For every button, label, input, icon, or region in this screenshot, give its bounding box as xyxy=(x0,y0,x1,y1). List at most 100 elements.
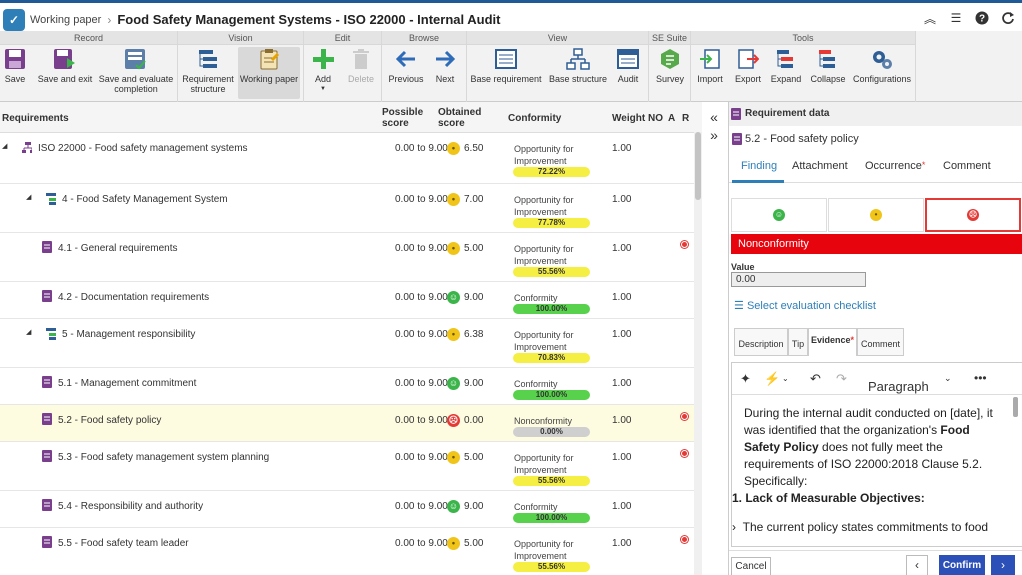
table-row[interactable]: 4.2 - Documentation requirements 0.00 to … xyxy=(0,282,694,319)
expand-toggle-icon[interactable]: ◢ xyxy=(26,193,31,201)
value-field[interactable]: 0.00 xyxy=(731,272,866,287)
magic-wand-icon[interactable]: ⚡ xyxy=(764,371,780,387)
table-row[interactable]: 5.5 - Food safety team leader 0.00 to 9.0… xyxy=(0,528,694,575)
sparkle-icon[interactable]: ✦ xyxy=(740,371,751,387)
table-row[interactable]: ◢ 4 - Food Safety Management System 0.00 t… xyxy=(0,184,694,233)
export-button[interactable]: Export xyxy=(733,47,763,84)
plus-icon xyxy=(310,47,336,71)
requirement-name: 5 - Management responsibility xyxy=(62,329,196,340)
base-structure-button[interactable]: Base structure xyxy=(547,47,609,84)
obtained-score: 9.00 xyxy=(464,501,484,512)
opportunity-face-button[interactable]: • xyxy=(828,198,924,232)
survey-icon xyxy=(657,47,683,71)
obtained-score: 5.00 xyxy=(464,538,484,549)
grid-scrollbar[interactable] xyxy=(694,132,702,575)
redo-icon[interactable]: ↷ xyxy=(836,371,847,387)
expand-button[interactable]: Expand xyxy=(769,47,803,84)
more-options-icon[interactable]: ••• xyxy=(974,371,987,385)
clipboard-icon xyxy=(256,47,282,71)
table-row[interactable]: 4.1 - General requirements 0.00 to 9.00 • 5… xyxy=(0,233,694,282)
next-button[interactable]: Next xyxy=(430,47,460,84)
obtained-score: 9.00 xyxy=(464,378,484,389)
column-obtained-score[interactable]: Obtained score xyxy=(438,107,488,129)
conformity-label: Nonconformity xyxy=(514,416,573,426)
column-possible-score[interactable]: Possible score xyxy=(382,107,432,129)
requirements-grid: Requirements Possible score Obtained sco… xyxy=(0,102,702,575)
refresh-icon[interactable] xyxy=(1000,10,1016,26)
tab-occurrence[interactable]: Occurrence* xyxy=(865,160,925,172)
subtab-evidence[interactable]: Evidence* xyxy=(808,328,857,356)
subtab-description[interactable]: Description xyxy=(734,328,788,356)
save-button[interactable]: Save xyxy=(2,47,28,84)
base-requirement-button[interactable]: Base requirement xyxy=(470,47,542,84)
collapse-up-icon[interactable]: ︽ xyxy=(922,10,938,26)
tab-finding[interactable]: Finding xyxy=(741,160,777,172)
paragraph-style-select[interactable]: Paragraph ⌄ xyxy=(860,368,960,394)
tab-attachment[interactable]: Attachment xyxy=(792,160,848,172)
next-requirement-button[interactable]: › xyxy=(991,555,1015,575)
save-and-evaluate-button[interactable]: Save and evaluate completion xyxy=(97,47,175,94)
chevron-down-icon: ▼ xyxy=(320,86,326,92)
tab-comment[interactable]: Comment xyxy=(943,160,991,172)
editor-scrollbar[interactable] xyxy=(1013,397,1018,417)
table-row[interactable]: 5.1 - Management commitment 0.00 to 9.00 ☺… xyxy=(0,368,694,405)
conformity-face-button[interactable]: ☺ xyxy=(731,198,827,232)
ribbon-group-edit: Edit Add ▼ Delete xyxy=(304,31,382,102)
table-row[interactable]: 5.3 - Food safety management system plan… xyxy=(0,442,694,491)
undo-icon[interactable]: ↶ xyxy=(810,371,821,387)
add-button[interactable]: Add ▼ xyxy=(310,47,336,94)
evidence-list-item: 1. Lack of Measurable Objectives: xyxy=(732,491,925,505)
collapse-left-icon[interactable]: « xyxy=(704,108,724,126)
column-no[interactable]: NO xyxy=(648,113,663,124)
requirement-structure-button[interactable]: Requirement structure xyxy=(180,47,236,94)
list-icon[interactable]: ☰ xyxy=(948,10,964,26)
subtab-tip[interactable]: Tip xyxy=(788,328,808,356)
module-breadcrumb[interactable]: Working paper xyxy=(30,14,101,26)
table-row[interactable]: 5.4 - Responsibility and authority 0.00 t… xyxy=(0,491,694,528)
confirm-button[interactable]: Confirm xyxy=(939,555,985,575)
column-requirements[interactable]: Requirements xyxy=(2,113,69,124)
column-a[interactable]: A xyxy=(668,113,675,124)
requirement-icon xyxy=(42,376,52,388)
previous-requirement-button[interactable]: ‹ xyxy=(906,555,928,575)
select-checklist-link[interactable]: ☰ Select evaluation checklist xyxy=(734,299,876,312)
expand-right-icon[interactable]: » xyxy=(704,126,724,144)
editor-toolbar: ✦ ⚡ ⌄ ↶ ↷ Paragraph ⌄ ••• xyxy=(732,363,1022,395)
survey-button[interactable]: Survey xyxy=(654,47,686,84)
group-title: Vision xyxy=(178,31,303,45)
table-row[interactable]: ◢ ISO 22000 - Food safety management syst… xyxy=(0,133,694,184)
working-paper-button[interactable]: Working paper xyxy=(238,47,300,99)
column-r[interactable]: R xyxy=(682,113,689,124)
help-icon[interactable]: ? xyxy=(974,10,990,26)
requirement-icon xyxy=(42,290,52,302)
table-row[interactable]: 5.2 - Food safety policy 0.00 to 9.00 ☹ 0.0… xyxy=(0,405,694,442)
nonconformity-face-button[interactable]: ☹ xyxy=(925,198,1021,232)
happy-face-icon: ☺ xyxy=(773,209,785,221)
rich-text-editor[interactable]: ✦ ⚡ ⌄ ↶ ↷ Paragraph ⌄ ••• During the int… xyxy=(731,362,1022,547)
column-conformity[interactable]: Conformity xyxy=(508,113,561,124)
audit-button[interactable]: Audit xyxy=(614,47,642,84)
table-row[interactable]: ◢ 5 - Management responsibility 0.00 to 9.… xyxy=(0,319,694,368)
chevron-down-icon[interactable]: ⌄ xyxy=(782,374,789,383)
scrollbar-thumb[interactable] xyxy=(695,132,701,200)
conformity-label: Opportunity for Improvement xyxy=(514,144,574,166)
ribbon-group-browse: Browse Previous Next xyxy=(382,31,467,102)
configurations-button[interactable]: Configurations xyxy=(851,47,913,84)
import-button[interactable]: Import xyxy=(695,47,725,84)
subtab-comment[interactable]: Comment xyxy=(857,328,904,356)
expand-toggle-icon[interactable]: ◢ xyxy=(26,328,31,336)
conformity-label: Opportunity for Improvement xyxy=(514,195,574,217)
requirement-name: 5.2 - Food safety policy xyxy=(58,415,162,426)
evidence-text[interactable]: During the internal audit conducted on [… xyxy=(732,405,1006,536)
expand-toggle-icon[interactable]: ◢ xyxy=(2,142,7,150)
column-weight[interactable]: Weight xyxy=(612,113,645,124)
neutral-face-icon: • xyxy=(870,209,882,221)
red-flag-icon xyxy=(681,413,688,420)
happy-face-icon: ☺ xyxy=(447,291,460,304)
save-and-exit-button[interactable]: Save and exit xyxy=(36,47,94,84)
cancel-button[interactable]: Cancel xyxy=(731,557,771,575)
collapse-button[interactable]: Collapse xyxy=(808,47,848,84)
weight-value: 1.00 xyxy=(612,194,632,205)
delete-button[interactable]: Delete xyxy=(346,47,376,84)
previous-button[interactable]: Previous xyxy=(386,47,426,84)
